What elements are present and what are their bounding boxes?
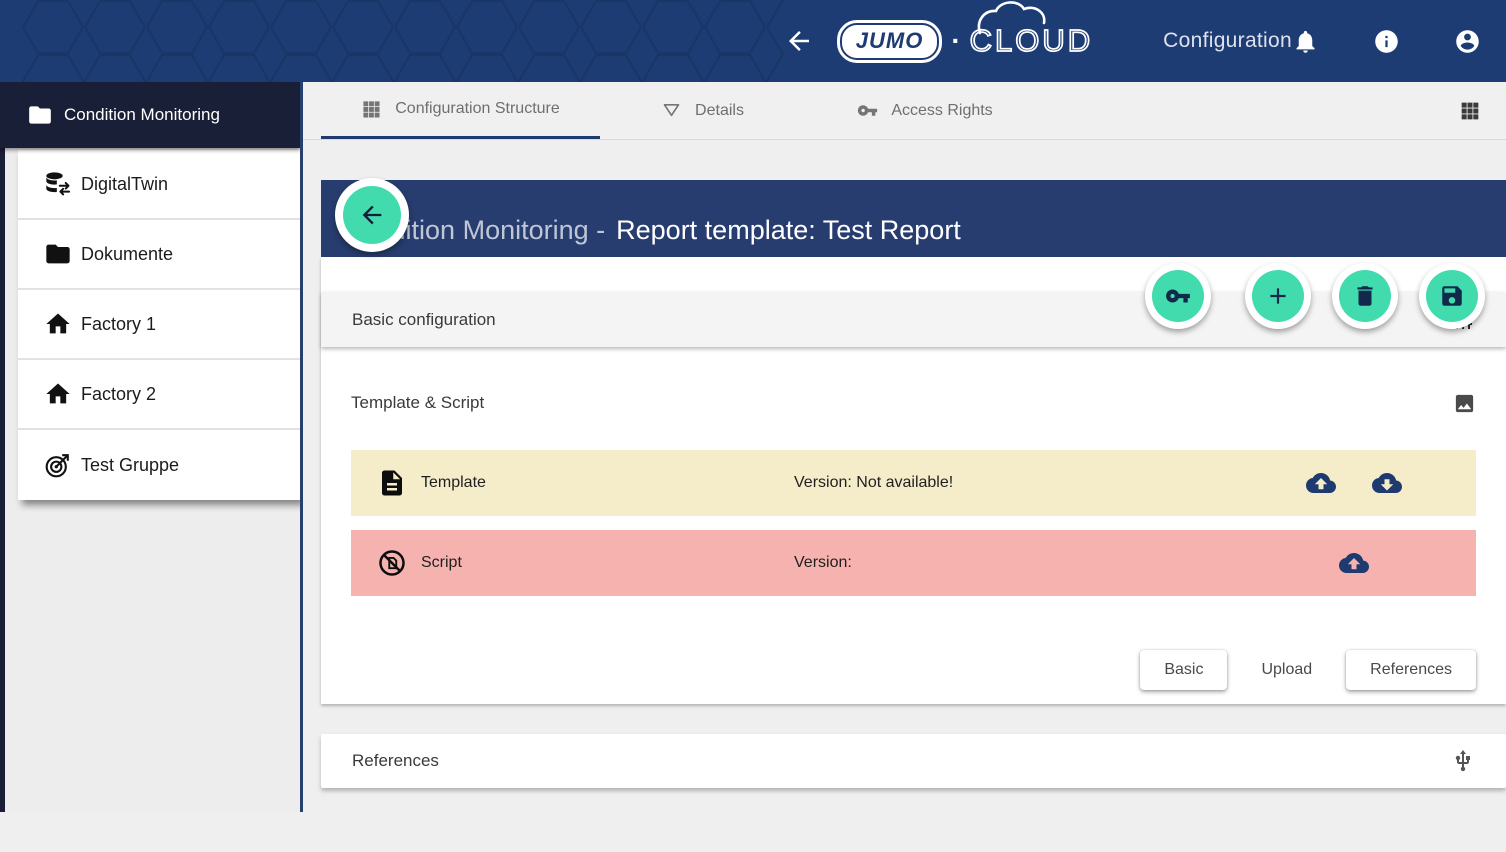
add-fab-button[interactable] <box>1245 263 1311 329</box>
image-icon[interactable] <box>1453 392 1476 415</box>
account-icon[interactable] <box>1454 28 1481 55</box>
key-icon <box>1165 283 1191 309</box>
template-script-header: Template & Script <box>351 391 1476 415</box>
section-footer-buttons: Basic Upload References <box>351 650 1476 690</box>
sidebar-item-test-gruppe[interactable]: Test Gruppe <box>18 430 300 500</box>
tab-label: Details <box>695 102 744 120</box>
hexagon-pattern-decoration <box>22 0 784 82</box>
logo-dot: · <box>951 25 960 57</box>
notifications-bell-icon[interactable] <box>1292 28 1319 55</box>
appbar-actions <box>1292 28 1481 55</box>
sidebar-item-label: Dokumente <box>81 244 173 265</box>
sidebar-item-factory-2[interactable]: Factory 2 <box>18 360 300 430</box>
script-row-label: Script <box>421 554 794 572</box>
references-row[interactable]: References <box>321 734 1506 788</box>
page-title: Configuration <box>1163 29 1292 53</box>
tab-details[interactable]: Details <box>600 82 805 139</box>
script-version-text: Version: <box>794 554 1306 572</box>
key-icon <box>857 100 878 121</box>
script-file-row: Script Version: <box>351 530 1476 596</box>
sidebar-header-label: Condition Monitoring <box>64 105 220 125</box>
template-script-section: Template & Script Template Version: Not … <box>321 363 1506 704</box>
basic-button[interactable]: Basic <box>1140 650 1227 690</box>
tab-bar: Configuration Structure Details Access R… <box>303 82 1506 140</box>
upload-button[interactable]: Upload <box>1257 650 1316 690</box>
references-button[interactable]: References <box>1346 650 1476 690</box>
sidebar-item-factory-1[interactable]: Factory 1 <box>18 290 300 360</box>
template-row-label: Template <box>421 474 794 492</box>
sidebar-item-dokumente[interactable]: Dokumente <box>18 220 300 290</box>
content-scroll-area: Condition Monitoring - Report template: … <box>303 180 1506 852</box>
save-fab-button[interactable] <box>1419 263 1485 329</box>
cloud-upload-icon[interactable] <box>1306 468 1336 498</box>
folder-icon <box>44 240 72 268</box>
sidebar: Condition Monitoring DigitalTwin Dokumen… <box>0 82 300 812</box>
document-icon <box>377 468 407 498</box>
template-file-row: Template Version: Not available! <box>351 450 1476 516</box>
target-icon <box>44 451 72 479</box>
filter-icon <box>661 100 682 121</box>
sidebar-item-label: Factory 2 <box>81 384 156 405</box>
app-bar: JUMO · CLOUD Configuration <box>0 0 1506 82</box>
references-label: References <box>352 751 439 771</box>
sidebar-item-digitaltwin[interactable]: DigitalTwin <box>18 150 300 220</box>
folder-icon <box>27 102 53 128</box>
trash-icon <box>1352 283 1378 309</box>
cloud-wordmark: CLOUD <box>970 23 1094 59</box>
detail-panel: Basic configuration Template & Script Te… <box>321 257 1506 704</box>
sidebar-item-label: Factory 1 <box>81 314 156 335</box>
home-icon <box>44 310 72 338</box>
script-row-actions <box>1306 548 1402 578</box>
template-script-title: Template & Script <box>351 393 484 413</box>
save-icon <box>1439 283 1465 309</box>
tab-configuration-structure[interactable]: Configuration Structure <box>321 82 600 139</box>
back-arrow-icon[interactable] <box>784 26 814 56</box>
banner: Condition Monitoring - Report template: … <box>321 180 1506 257</box>
basic-configuration-label: Basic configuration <box>352 310 496 330</box>
cloud-download-icon[interactable] <box>1372 468 1402 498</box>
jumo-logo-pill: JUMO <box>840 23 940 60</box>
cloud-upload-icon[interactable] <box>1339 548 1369 578</box>
template-row-actions <box>1306 468 1402 498</box>
blocked-document-icon <box>377 548 407 578</box>
sidebar-item-label: DigitalTwin <box>81 174 168 195</box>
jumo-cloud-logo[interactable]: JUMO · CLOUD <box>840 23 1093 60</box>
info-icon[interactable] <box>1373 28 1400 55</box>
sidebar-list: DigitalTwin Dokumente Factory 1 Factory … <box>18 150 300 500</box>
basic-configuration-row[interactable]: Basic configuration <box>321 292 1506 347</box>
back-fab-button[interactable] <box>335 178 409 252</box>
main-content: Configuration Structure Details Access R… <box>300 82 1506 812</box>
template-version-text: Version: Not available! <box>794 474 1306 492</box>
apps-grid-icon[interactable] <box>1460 101 1480 121</box>
banner-title: Report template: Test Report <box>616 215 961 246</box>
access-rights-fab-button[interactable] <box>1145 263 1211 329</box>
delete-fab-button[interactable] <box>1332 263 1398 329</box>
tab-label: Access Rights <box>891 102 992 120</box>
sidebar-group-condition-monitoring[interactable]: Condition Monitoring <box>0 82 300 148</box>
tab-label: Configuration Structure <box>395 100 560 118</box>
tab-access-rights[interactable]: Access Rights <box>805 82 1045 139</box>
sidebar-item-label: Test Gruppe <box>81 455 179 476</box>
home-icon <box>44 380 72 408</box>
plus-icon <box>1265 283 1291 309</box>
arrow-left-icon <box>358 201 386 229</box>
digital-twin-icon <box>44 170 72 198</box>
usb-icon <box>1451 749 1475 773</box>
grid-icon <box>361 99 382 120</box>
